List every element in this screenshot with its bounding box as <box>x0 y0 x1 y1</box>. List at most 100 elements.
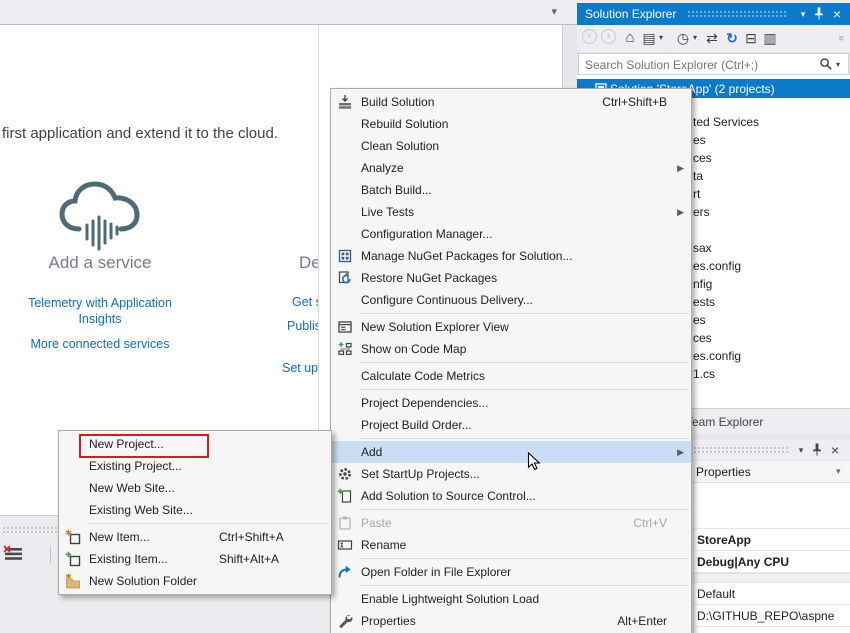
more-connected-services-link[interactable]: More connected services <box>10 337 190 351</box>
search-icon[interactable] <box>819 57 833 71</box>
home-icon[interactable]: ⌂ <box>622 29 638 47</box>
get-started-link-fragment[interactable]: Get s <box>292 295 318 309</box>
build-icon <box>337 94 353 110</box>
property-value[interactable]: Debug|Any CPU <box>697 555 789 569</box>
switch-views-caret-icon[interactable]: ▾ <box>657 29 665 47</box>
menu-item-label: New Solution Explorer View <box>361 316 509 338</box>
switch-views-icon[interactable]: ▤ <box>641 29 657 47</box>
add-a-service-title[interactable]: Add a service <box>0 253 200 273</box>
tree-item-fragment[interactable]: nfig <box>693 277 712 291</box>
context-menu-item-new-solution-explorer-view[interactable]: New Solution Explorer View <box>331 316 691 338</box>
new-view-icon <box>337 319 353 335</box>
tree-item-fragment[interactable]: rt <box>693 187 700 201</box>
pin-icon[interactable] <box>809 442 825 458</box>
context-menu-item-restore-nuget-packages[interactable]: Restore NuGet Packages <box>331 267 691 289</box>
pending-changes-caret-icon[interactable]: ▾ <box>691 29 699 47</box>
context-menu-item-set-startup-projects[interactable]: Set StartUp Projects... <box>331 463 691 485</box>
tree-item-fragment[interactable]: 1.cs <box>693 367 715 381</box>
add-submenu-item-existing-item[interactable]: Existing Item...Shift+Alt+A <box>59 548 331 570</box>
context-menu-item-add[interactable]: Add▶ <box>331 441 691 463</box>
telemetry-link[interactable]: Telemetry with Application Insights <box>10 295 190 327</box>
context-menu-item-configure-continuous-delivery[interactable]: Configure Continuous Delivery... <box>331 289 691 311</box>
menu-item-label: Analyze <box>361 157 404 179</box>
close-icon[interactable]: × <box>829 6 845 22</box>
pending-changes-filter-icon[interactable]: ◷ <box>675 29 691 47</box>
refresh-icon[interactable]: ↻ <box>723 29 741 47</box>
context-menu-item-open-folder-in-file-explorer[interactable]: Open Folder in File Explorer <box>331 561 691 583</box>
overflow-icon[interactable]: » <box>832 32 850 44</box>
publish-link-fragment[interactable]: Publis <box>287 319 318 333</box>
menu-item-label: Configure Continuous Delivery... <box>361 289 533 311</box>
menu-separator <box>359 389 689 390</box>
context-menu-item-configuration-manager[interactable]: Configuration Manager... <box>331 223 691 245</box>
context-menu-item-batch-build[interactable]: Batch Build... <box>331 179 691 201</box>
sync-icon[interactable]: ⇄ <box>703 29 721 47</box>
menu-item-label: Calculate Code Metrics <box>361 365 485 387</box>
submenu-arrow-icon: ▶ <box>677 201 684 223</box>
solution-explorer-toolbar: ‹ › ⌂ ▤ ▾ ◷ ▾ ⇄ ↻ ⊟ ▥ » <box>577 25 850 52</box>
open-folder-icon <box>337 564 353 580</box>
window-position-icon[interactable]: ▾ <box>795 6 811 22</box>
search-input[interactable]: Search Solution Explorer (Ctrl+;) <box>585 58 758 72</box>
menu-item-label: Rename <box>361 534 406 556</box>
chevron-down-icon: ▾ <box>836 466 841 477</box>
menu-item-label: Build Solution <box>361 91 434 113</box>
tree-item-fragment[interactable]: ers <box>693 205 710 219</box>
context-menu-item-project-dependencies[interactable]: Project Dependencies... <box>331 392 691 414</box>
context-menu-item-show-on-code-map[interactable]: Show on Code Map <box>331 338 691 360</box>
context-menu-item-project-build-order[interactable]: Project Build Order... <box>331 414 691 436</box>
tree-item-fragment[interactable]: ests <box>693 295 715 309</box>
window-position-icon[interactable]: ▾ <box>793 442 809 458</box>
back-icon[interactable]: ‹ <box>582 29 597 44</box>
properties-object-value: Properties <box>696 465 751 479</box>
add-submenu-item-new-solution-folder[interactable]: New Solution Folder <box>59 570 331 592</box>
pin-icon[interactable] <box>811 6 827 22</box>
tree-item-fragment[interactable]: es <box>693 313 706 327</box>
menu-separator <box>87 523 329 524</box>
context-menu-item-manage-nuget-packages-for-solution[interactable]: Manage NuGet Packages for Solution... <box>331 245 691 267</box>
add-submenu-item-new-project[interactable]: New Project... <box>59 433 331 455</box>
search-caret-icon[interactable]: ▾ <box>836 60 840 69</box>
tree-item-fragment[interactable]: es.config <box>693 349 741 363</box>
add-submenu-item-existing-web-site[interactable]: Existing Web Site... <box>59 499 331 521</box>
code-map-icon <box>337 341 353 357</box>
property-value[interactable]: D:\GITHUB_REPO\aspne <box>697 609 834 623</box>
setup-link-fragment[interactable]: Set up <box>282 361 318 375</box>
context-menu-item-clean-solution[interactable]: Clean Solution <box>331 135 691 157</box>
context-menu-item-build-solution[interactable]: Build SolutionCtrl+Shift+B <box>331 91 691 113</box>
add-submenu-item-new-item[interactable]: New Item...Ctrl+Shift+A <box>59 526 331 548</box>
menu-item-label: Existing Item... <box>89 548 168 570</box>
tree-item-fragment[interactable]: es.config <box>693 259 741 273</box>
menu-separator <box>359 313 689 314</box>
close-icon[interactable]: × <box>827 442 843 458</box>
rename-icon <box>337 537 353 553</box>
tab-team-explorer[interactable]: Team Explorer <box>686 415 763 429</box>
tree-item-fragment[interactable]: ces <box>693 331 712 345</box>
chevron-down-icon[interactable]: ▾ <box>551 5 557 18</box>
tree-item-fragment[interactable]: ta <box>693 169 703 183</box>
show-all-files-icon[interactable]: ▥ <box>762 29 778 47</box>
forward-icon[interactable]: › <box>601 29 616 44</box>
tree-item-fragment[interactable]: ted Services <box>693 115 759 129</box>
property-value[interactable]: Default <box>697 587 735 601</box>
solution-explorer-titlebar[interactable]: Solution Explorer ▾ × <box>577 3 850 25</box>
clear-all-icon[interactable] <box>3 544 27 566</box>
tree-item-fragment[interactable]: es <box>693 133 706 147</box>
add-submenu-item-existing-project[interactable]: Existing Project... <box>59 455 331 477</box>
search-box[interactable]: Search Solution Explorer (Ctrl+;) ▾ <box>578 53 849 75</box>
menu-item-label: Project Dependencies... <box>361 392 488 414</box>
context-menu-item-rebuild-solution[interactable]: Rebuild Solution <box>331 113 691 135</box>
property-value[interactable]: StoreApp <box>697 533 751 547</box>
context-menu-item-rename[interactable]: Rename <box>331 534 691 556</box>
context-menu-item-properties[interactable]: PropertiesAlt+Enter <box>331 610 691 632</box>
tree-item-fragment[interactable]: ces <box>693 151 712 165</box>
collapse-all-icon[interactable]: ⊟ <box>743 29 759 47</box>
context-menu-item-enable-lightweight-solution-load[interactable]: Enable Lightweight Solution Load <box>331 588 691 610</box>
menu-item-label: New Item... <box>89 526 150 548</box>
context-menu-item-calculate-code-metrics[interactable]: Calculate Code Metrics <box>331 365 691 387</box>
context-menu-item-add-solution-to-source-control[interactable]: Add Solution to Source Control... <box>331 485 691 507</box>
add-submenu-item-new-web-site[interactable]: New Web Site... <box>59 477 331 499</box>
context-menu-item-live-tests[interactable]: Live Tests▶ <box>331 201 691 223</box>
context-menu-item-analyze[interactable]: Analyze▶ <box>331 157 691 179</box>
tree-item-fragment[interactable]: sax <box>693 241 712 255</box>
